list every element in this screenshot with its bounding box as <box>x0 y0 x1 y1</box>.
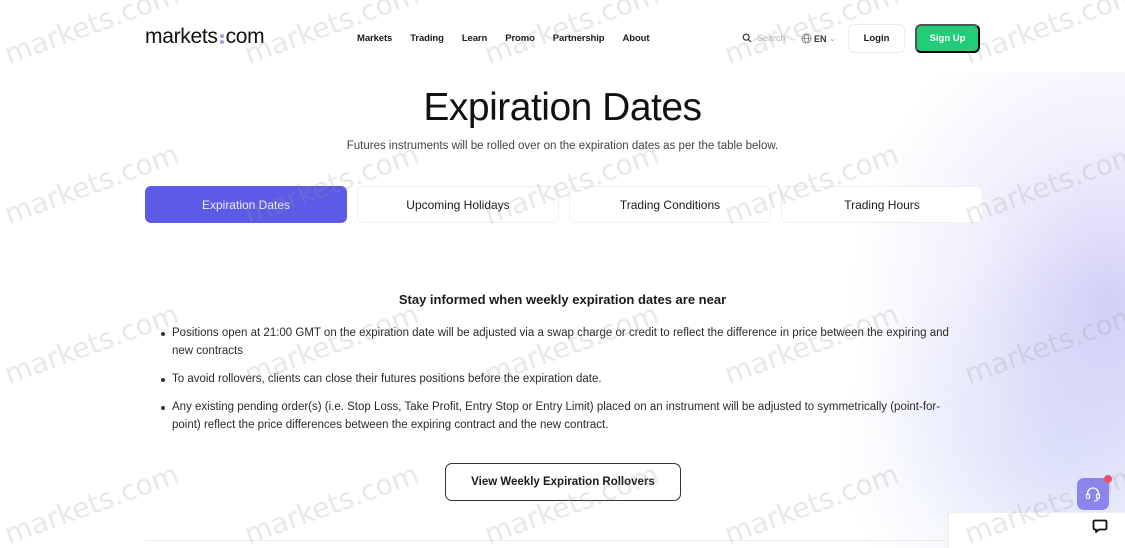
main-nav: Markets Trading Learn Promo Partnership … <box>357 33 667 44</box>
tab-expiration-dates[interactable]: Expiration Dates <box>145 186 347 223</box>
logo[interactable]: markets com <box>145 25 265 49</box>
nav-partnership[interactable]: Partnership <box>553 33 605 44</box>
tab-upcoming-holidays[interactable]: Upcoming Holidays <box>357 186 559 223</box>
site-header: markets com Markets Trading Learn Promo … <box>0 0 1125 72</box>
chevron-down-icon: ⌄ <box>829 35 836 43</box>
tab-trading-hours[interactable]: Trading Hours <box>781 186 983 223</box>
logo-dots-icon <box>219 32 224 46</box>
search-placeholder: Search <box>757 33 786 43</box>
watermark-text: markets.com <box>0 297 183 392</box>
view-rollovers-button[interactable]: View Weekly Expiration Rollovers <box>445 463 681 501</box>
nav-learn[interactable]: Learn <box>462 33 487 44</box>
nav-markets[interactable]: Markets <box>357 33 392 44</box>
watermark-text: markets.com <box>720 457 903 548</box>
login-button[interactable]: Login <box>848 24 905 53</box>
search-icon <box>742 33 752 43</box>
chat-icon[interactable] <box>1092 518 1108 534</box>
signup-button[interactable]: Sign Up <box>915 24 980 53</box>
info-list: Positions open at 21:00 GMT on the expir… <box>160 324 950 444</box>
headset-icon <box>1085 487 1101 502</box>
watermark-text: markets.com <box>960 297 1125 392</box>
nav-promo[interactable]: Promo <box>505 33 535 44</box>
nav-trading[interactable]: Trading <box>410 33 444 44</box>
language-label: EN <box>814 33 827 44</box>
globe-icon <box>801 33 812 44</box>
support-button[interactable] <box>1077 475 1112 510</box>
section-heading: Stay informed when weekly expiration dat… <box>398 292 727 307</box>
tab-bar: Expiration Dates Upcoming Holidays Tradi… <box>145 186 983 223</box>
page-title: Expiration Dates <box>423 86 702 129</box>
list-item: To avoid rollovers, clients can close th… <box>160 370 950 388</box>
list-item: Any existing pending order(s) (i.e. Stop… <box>160 398 950 434</box>
search-button[interactable]: Search <box>742 33 786 43</box>
watermark-text: markets.com <box>240 457 423 548</box>
divider <box>145 540 945 541</box>
watermark-text: markets.com <box>0 457 183 548</box>
page-subtitle: Futures instruments will be rolled over … <box>346 140 779 152</box>
language-selector[interactable]: EN ⌄ <box>801 33 835 44</box>
nav-about[interactable]: About <box>623 33 650 44</box>
list-item: Positions open at 21:00 GMT on the expir… <box>160 324 950 360</box>
notification-badge <box>1104 475 1112 483</box>
tab-trading-conditions[interactable]: Trading Conditions <box>569 186 771 223</box>
logo-text-left: markets <box>145 25 218 48</box>
logo-text-right: com <box>225 25 265 48</box>
